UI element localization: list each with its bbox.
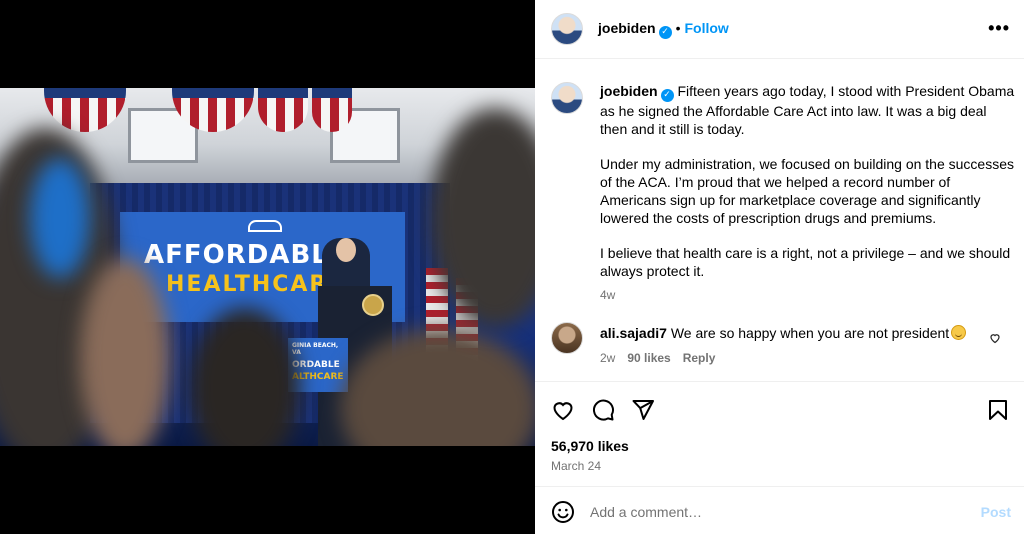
sign-line1: ORDABLE xyxy=(292,360,340,370)
follow-button[interactable]: Follow xyxy=(684,20,728,36)
header-user-line: joebiden ✓ • Follow xyxy=(598,20,729,39)
avatar[interactable] xyxy=(551,82,583,114)
white-house-icon xyxy=(248,220,282,232)
avatar[interactable] xyxy=(551,322,583,354)
comment-text: We are so happy when you are not preside… xyxy=(670,325,950,341)
likes-count[interactable]: 56,970 likes xyxy=(551,438,629,454)
photo-bunting xyxy=(312,88,352,132)
comment-text-line: ali.sajadi7 We are so happy when you are… xyxy=(600,324,970,342)
caption-text: joebiden ✓ Fifteen years ago today, I sto… xyxy=(600,82,1016,304)
presidential-seal-icon xyxy=(362,294,384,316)
photo-speaker-head xyxy=(336,238,356,262)
caption-username[interactable]: joebiden xyxy=(600,83,658,99)
header-username[interactable]: joebiden xyxy=(598,20,656,36)
bookmark-icon[interactable] xyxy=(986,398,1010,422)
separator-dot: • xyxy=(675,20,681,36)
add-comment-input[interactable]: Add a comment… xyxy=(590,504,702,520)
paper-plane-icon[interactable] xyxy=(631,398,655,422)
add-comment-bar: Add a comment… Post xyxy=(535,486,1024,534)
comment-item: ali.sajadi7 We are so happy when you are… xyxy=(551,322,1011,372)
comment-likes[interactable]: 90 likes xyxy=(627,351,670,365)
comment-timestamp[interactable]: 2w xyxy=(600,351,615,365)
heart-icon[interactable] xyxy=(551,398,575,422)
post-date: March 24 xyxy=(551,459,602,473)
caption-paragraph-3: I believe that health care is a right, n… xyxy=(600,245,1011,279)
comment-heart-icon[interactable] xyxy=(989,332,1001,344)
photo-blur xyxy=(80,258,170,446)
avatar[interactable] xyxy=(551,13,583,45)
photo-blur xyxy=(30,158,90,278)
reply-button[interactable]: Reply xyxy=(683,351,716,365)
post-actions: 56,970 likes March 24 xyxy=(535,381,1024,485)
sign-line0: GINIA BEACH, VA xyxy=(292,342,339,356)
comment-bubble-icon[interactable] xyxy=(591,398,615,422)
post-header: joebiden ✓ • Follow ••• xyxy=(535,0,1024,59)
comment-meta: 2w 90 likes Reply xyxy=(600,351,727,365)
smiling-face-emoji-icon xyxy=(951,325,967,340)
post-photo: AFFORDABLE HEALTHCARE GINIA BEACH, VA OR… xyxy=(0,88,535,446)
post-details-panel: joebiden ✓ • Follow ••• joebiden ✓ Fifteen y… xyxy=(535,0,1024,534)
post-button[interactable]: Post xyxy=(981,504,1011,520)
verified-badge-icon: ✓ xyxy=(660,89,674,102)
smiley-icon[interactable] xyxy=(551,500,575,524)
more-options-icon[interactable]: ••• xyxy=(988,18,1010,39)
post-media: AFFORDABLE HEALTHCARE GINIA BEACH, VA OR… xyxy=(0,0,535,534)
comment-username[interactable]: ali.sajadi7 xyxy=(600,325,667,341)
caption-paragraph-2: Under my administration, we focused on b… xyxy=(600,156,1014,226)
caption-timestamp[interactable]: 4w xyxy=(600,286,1016,304)
verified-badge-icon: ✓ xyxy=(658,26,672,39)
banner-line1: AFFORDABLE xyxy=(144,240,348,270)
